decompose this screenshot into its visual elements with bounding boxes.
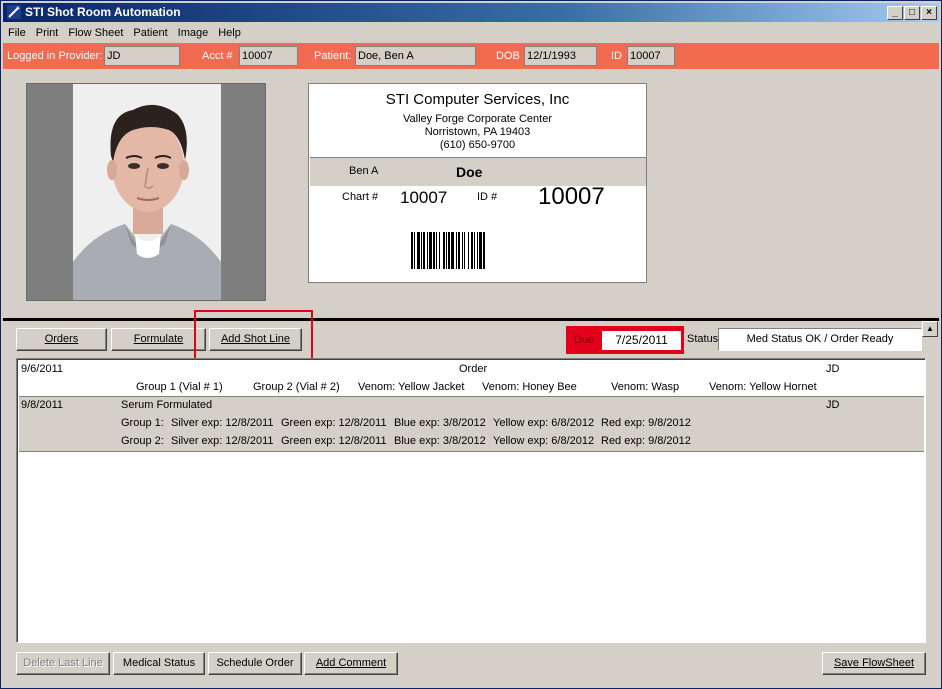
delete-last-line-button[interactable]: Delete Last Line xyxy=(16,652,110,675)
id-label: ID xyxy=(611,50,622,62)
dob-label: DOB xyxy=(496,50,520,62)
close-icon[interactable]: × xyxy=(921,6,937,20)
card-phone: (610) 650-9700 xyxy=(439,139,516,151)
card-last-name: Doe xyxy=(456,164,483,180)
order-row[interactable]: 9/6/2011 Order JD xyxy=(19,361,924,378)
order-detail-group-2: Group 2 (Vial # 2) xyxy=(253,381,340,393)
menu-file[interactable]: File xyxy=(3,24,31,42)
title-bar[interactable]: STI Shot Room Automation _ □ × xyxy=(3,3,939,22)
minimize-icon[interactable]: _ xyxy=(887,6,903,20)
due-date-box: Due 7/25/2011 xyxy=(566,326,684,354)
card-id-label: ID # xyxy=(477,191,498,203)
serum-provider: JD xyxy=(826,399,840,411)
card-address-1: Valley Forge Corporate Center xyxy=(403,113,552,125)
scroll-up-arrow-icon[interactable]: ▲ xyxy=(922,321,938,337)
dob-field[interactable]: 12/1/1993 xyxy=(524,46,597,66)
group-2-green: Green exp: 12/8/2011 xyxy=(281,435,387,447)
due-date-field[interactable]: 7/25/2011 xyxy=(602,331,681,350)
save-flowsheet-button[interactable]: Save FlowSheet xyxy=(822,652,926,675)
group-1-red: Red exp: 9/8/2012 xyxy=(601,417,691,429)
order-detail-group-1: Group 1 (Vial # 1) xyxy=(136,381,223,393)
add-comment-button[interactable]: Add Comment xyxy=(304,652,398,675)
order-date: 9/6/2011 xyxy=(21,363,64,375)
provider-field[interactable]: JD xyxy=(104,46,180,66)
status-field[interactable]: Med Status OK / Order Ready xyxy=(718,328,922,351)
provider-label: Logged in Provider: xyxy=(7,50,103,62)
patient-field[interactable]: Doe, Ben A xyxy=(355,46,476,66)
menu-print[interactable]: Print xyxy=(31,24,64,42)
due-label: Due xyxy=(574,334,595,346)
app-icon xyxy=(7,5,21,19)
menu-patient[interactable]: Patient xyxy=(128,24,172,42)
order-detail-venom-4: Venom: Yellow Hornet xyxy=(709,381,817,393)
formulate-button[interactable]: Formulate xyxy=(111,328,206,351)
provider-bar: Logged in Provider: JD Acct # 10007 Pati… xyxy=(3,43,939,69)
section-divider xyxy=(3,318,939,321)
group-1-green: Green exp: 12/8/2011 xyxy=(281,417,387,429)
card-name-band: Ben A Doe xyxy=(310,157,646,186)
serum-row[interactable]: 9/8/2011 Serum Formulated JD Group 1: Si… xyxy=(19,397,924,451)
window-title: STI Shot Room Automation xyxy=(25,5,181,19)
card-address-2: Norristown, PA 19403 xyxy=(424,126,531,138)
acct-label: Acct # xyxy=(202,50,233,62)
schedule-order-button[interactable]: Schedule Order xyxy=(208,652,302,675)
patient-photo[interactable] xyxy=(26,83,266,301)
group-2-red: Red exp: 9/8/2012 xyxy=(601,435,691,447)
acct-field[interactable]: 10007 xyxy=(239,46,298,66)
group-1-silver: Silver exp: 12/8/2011 xyxy=(171,417,274,429)
card-chart-value: 10007 xyxy=(400,188,448,207)
card-first-name: Ben A xyxy=(349,165,379,177)
flowsheet-list[interactable]: 9/6/2011 Order JD Group 1 (Vial # 1) Gro… xyxy=(16,358,926,643)
patient-id-card: STI Computer Services, Inc Valley Forge … xyxy=(308,83,647,283)
group-1-blue: Blue exp: 3/8/2012 xyxy=(394,417,486,429)
order-title: Order xyxy=(459,363,488,375)
serum-title: Serum Formulated xyxy=(121,399,213,411)
order-detail-venom-1: Venom: Yellow Jacket xyxy=(358,381,465,393)
main-window: STI Shot Room Automation _ □ × File Prin… xyxy=(0,0,942,689)
menu-flow-sheet[interactable]: Flow Sheet xyxy=(63,24,128,42)
menu-help[interactable]: Help xyxy=(213,24,246,42)
orders-button[interactable]: Orders xyxy=(16,328,107,351)
group-2-blue: Blue exp: 3/8/2012 xyxy=(394,435,486,447)
order-detail-venom-3: Venom: Wasp xyxy=(611,381,680,393)
group-2-label: Group 2: xyxy=(121,435,164,447)
menu-bar: File Print Flow Sheet Patient Image Help xyxy=(3,23,939,42)
maximize-icon[interactable]: □ xyxy=(904,6,920,20)
medical-status-button[interactable]: Medical Status xyxy=(113,652,205,675)
card-id-value: 10007 xyxy=(538,183,605,210)
patient-label: Patient: xyxy=(314,50,352,62)
card-chart-label: Chart # xyxy=(342,191,379,203)
group-1-yellow: Yellow exp: 6/8/2012 xyxy=(493,417,595,429)
group-2-yellow: Yellow exp: 6/8/2012 xyxy=(493,435,595,447)
order-detail-row: Group 1 (Vial # 1) Group 2 (Vial # 2) Ve… xyxy=(19,379,924,396)
group-2-silver: Silver exp: 12/8/2011 xyxy=(171,435,274,447)
card-company: STI Computer Services, Inc xyxy=(385,91,570,108)
group-1-label: Group 1: xyxy=(121,417,164,429)
order-provider: JD xyxy=(826,363,840,375)
patient-portrait xyxy=(73,84,221,300)
barcode xyxy=(411,232,485,269)
serum-date: 9/8/2011 xyxy=(21,399,64,411)
status-label: Status xyxy=(687,333,719,345)
id-field[interactable]: 10007 xyxy=(627,46,675,66)
menu-image[interactable]: Image xyxy=(173,24,214,42)
order-detail-venom-2: Venom: Honey Bee xyxy=(482,381,577,393)
